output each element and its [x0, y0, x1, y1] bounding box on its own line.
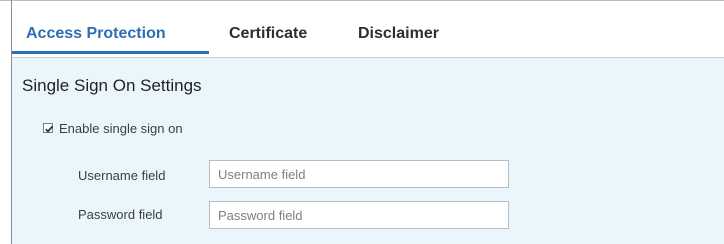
enable-sso-checkbox[interactable]: [43, 123, 54, 133]
username-field-input[interactable]: [209, 160, 509, 188]
tab-access-protection[interactable]: Access Protection: [12, 12, 209, 54]
section-title: Single Sign On Settings: [22, 76, 202, 95]
tab-disclaimer[interactable]: Disclaimer: [358, 12, 439, 57]
password-field-label: Password field: [78, 207, 163, 222]
password-field-input[interactable]: [209, 201, 509, 229]
settings-panel: Single Sign On Settings Enable single si…: [12, 58, 724, 244]
enable-sso-label: Enable single sign on: [59, 120, 183, 136]
tab-certificate[interactable]: Certificate: [229, 12, 307, 57]
checkmark-icon: [45, 125, 54, 133]
enable-sso-row[interactable]: Enable single sign on: [43, 120, 183, 136]
username-field-label: Username field: [78, 168, 166, 183]
sso-settings-window: Access Protection Certificate Disclaimer…: [0, 0, 724, 244]
tab-bar: Access Protection Certificate Disclaimer: [12, 12, 724, 58]
